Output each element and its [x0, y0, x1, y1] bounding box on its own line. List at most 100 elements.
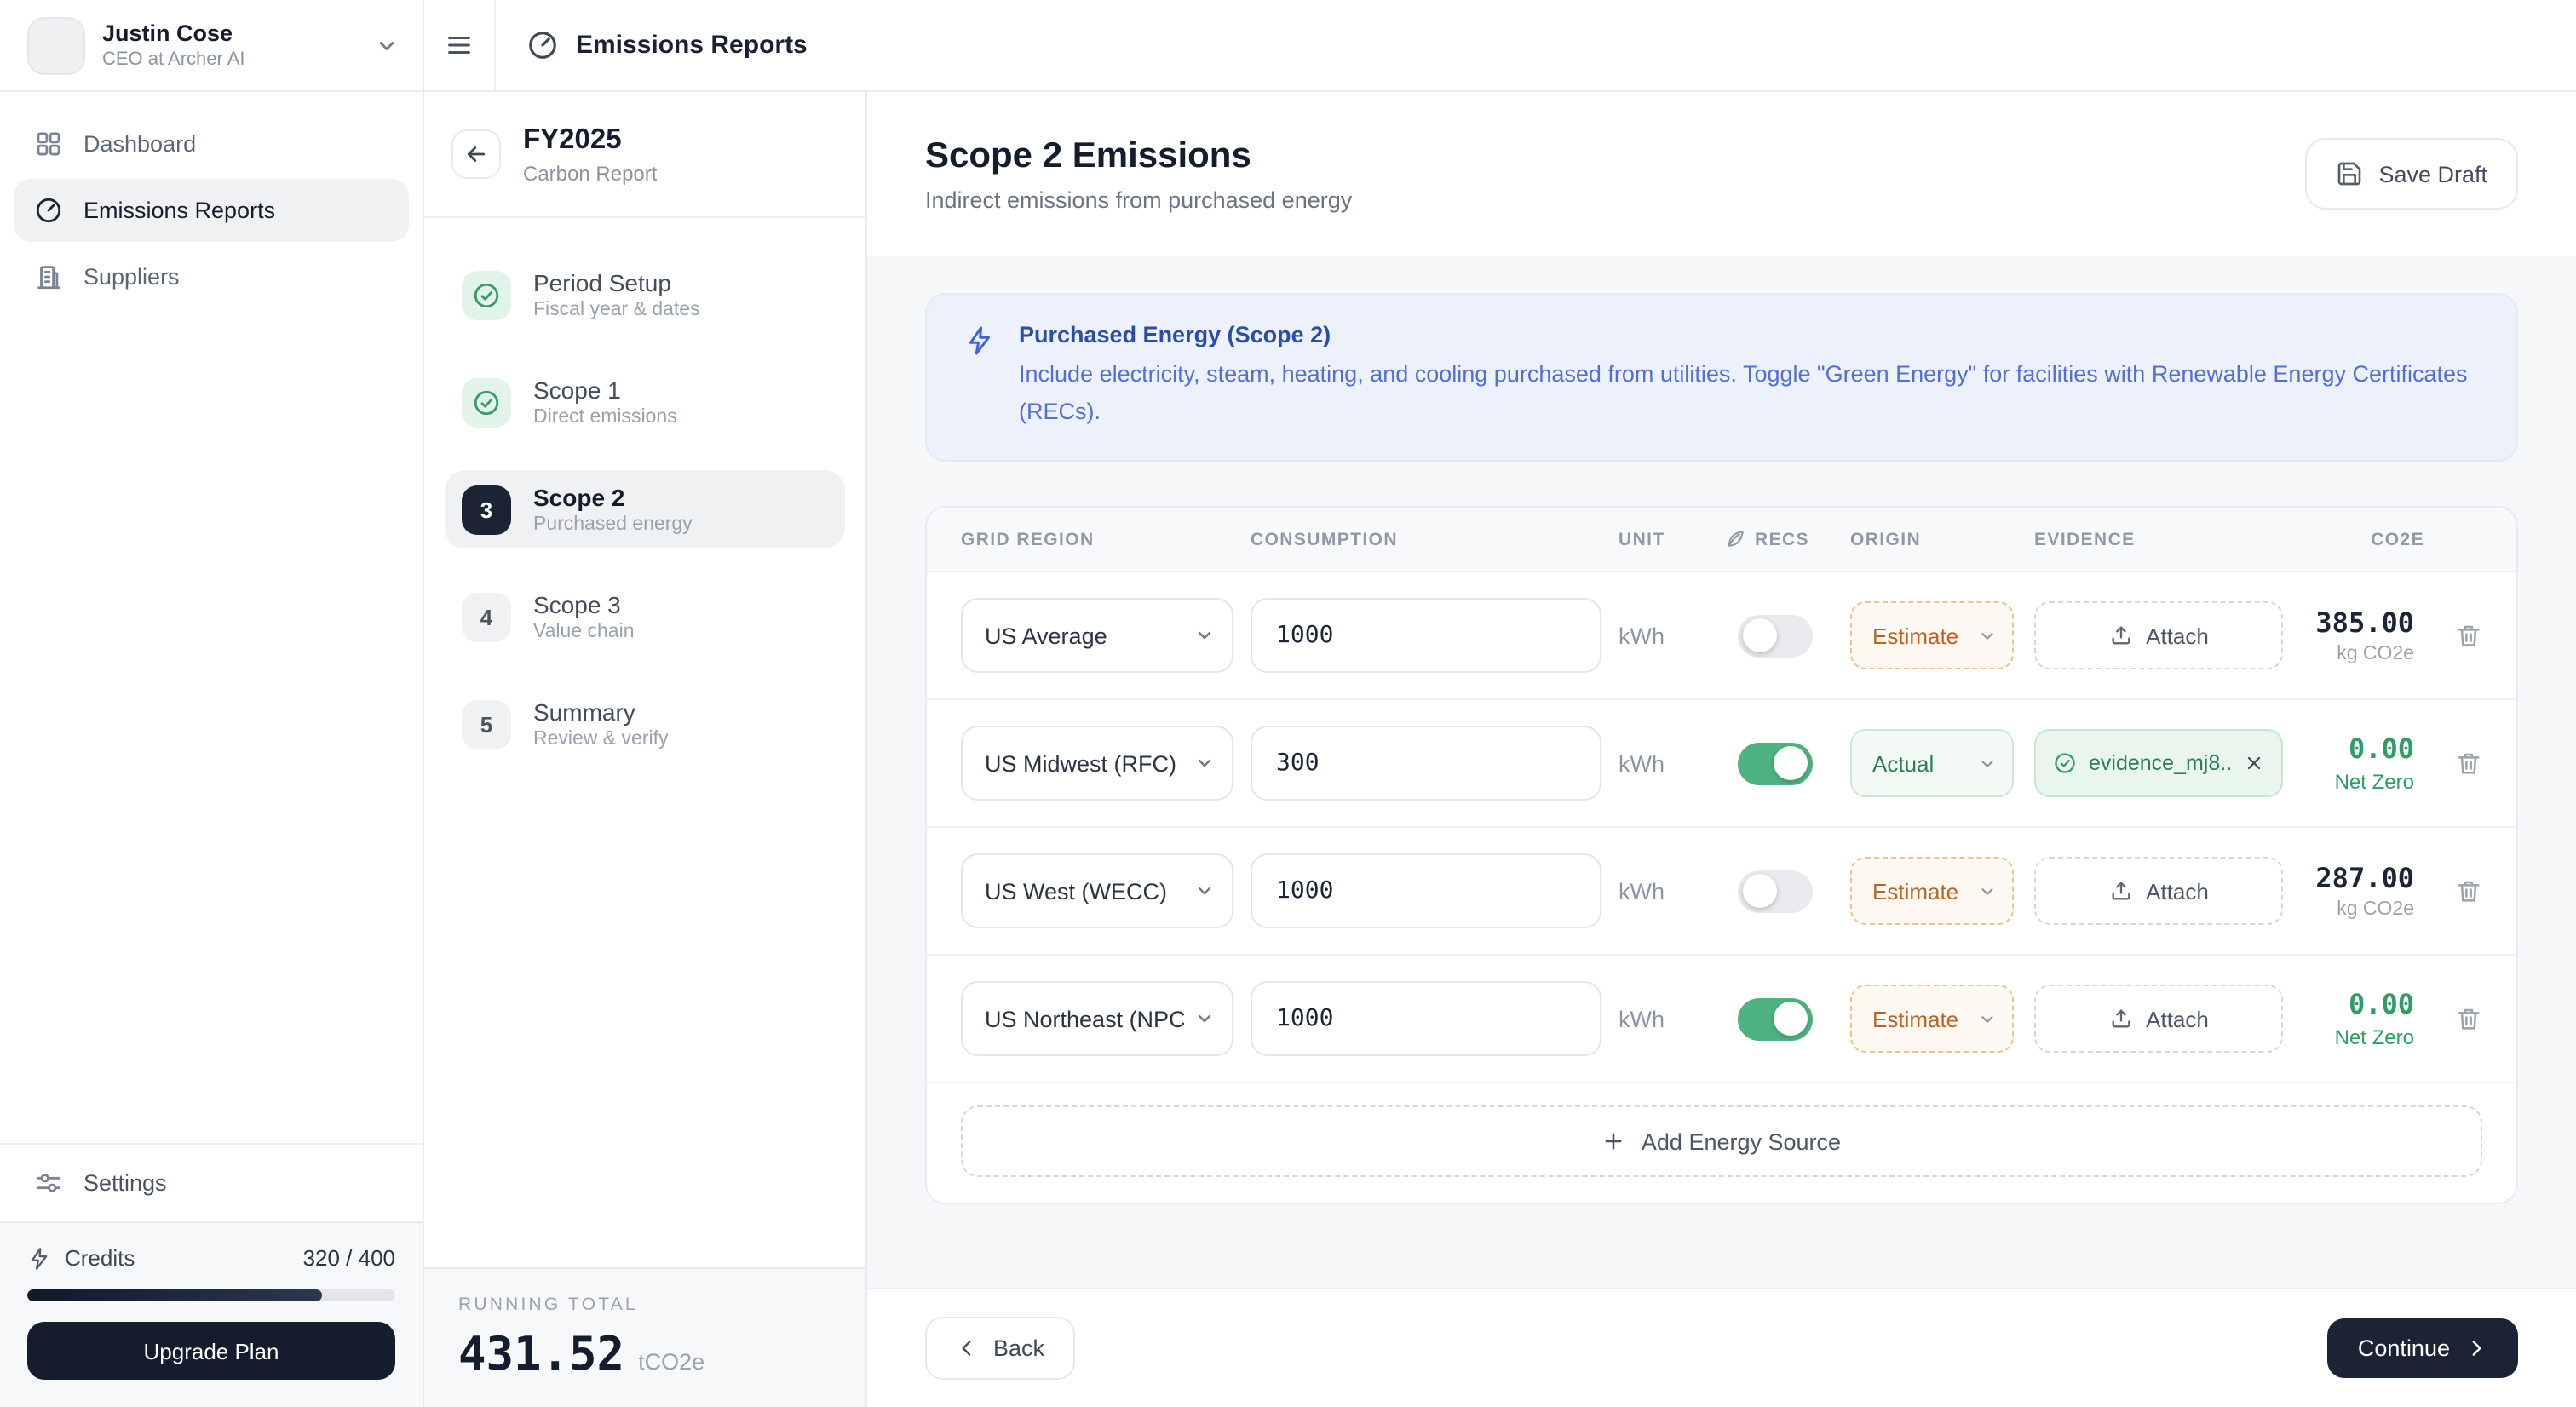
check-circle-icon — [2053, 751, 2077, 775]
delete-row-button[interactable] — [2455, 877, 2482, 904]
grid-region-select[interactable]: US Average — [961, 598, 1233, 674]
step-period-setup[interactable]: Period Setup Fiscal year & dates — [445, 256, 845, 334]
credits-label: Credits — [65, 1245, 135, 1271]
step-scope-3[interactable]: 4 Scope 3 Value chain — [445, 577, 845, 656]
step-scope-1[interactable]: Scope 1 Direct emissions — [445, 363, 845, 441]
settings-label: Settings — [83, 1170, 167, 1196]
info-banner: Purchased Energy (Scope 2) Include elect… — [925, 293, 2518, 462]
grid-region-select[interactable]: US Midwest (RFC) — [961, 726, 1233, 801]
upgrade-plan-button[interactable]: Upgrade Plan — [27, 1322, 395, 1380]
arrow-left-icon — [467, 146, 486, 162]
chevron-down-icon — [1194, 881, 1215, 901]
delete-row-button[interactable] — [2455, 622, 2482, 649]
co2e-value: 0.00 — [2348, 988, 2414, 1021]
step-subtitle: Purchased energy — [533, 514, 693, 535]
table-header-row: GRID REGION CONSUMPTION UNIT RECS ORIGIN… — [927, 508, 2516, 573]
origin-select[interactable]: Actual — [1850, 729, 2014, 798]
co2e-value: 0.00 — [2348, 732, 2414, 766]
col-unit: UNIT — [1619, 529, 1665, 550]
step-title: Scope 1 — [533, 376, 621, 404]
consumption-input[interactable] — [1251, 598, 1601, 674]
co2e-cell: 385.00 kg CO2e — [2300, 606, 2424, 664]
trash-icon — [2458, 754, 2480, 774]
step-scope-2[interactable]: 3 Scope 2 Purchased energy — [445, 470, 845, 548]
origin-select[interactable]: Estimate — [1850, 985, 2014, 1054]
running-total-unit: tCO2e — [638, 1349, 705, 1375]
back-button[interactable]: Back — [925, 1317, 1076, 1380]
consumption-input[interactable] — [1251, 981, 1601, 1057]
grid-region-select[interactable]: US Northeast (NPCC) — [961, 981, 1233, 1057]
building-icon — [34, 262, 63, 291]
co2e-cell: 0.00 Net Zero — [2300, 732, 2424, 794]
step-subtitle: Fiscal year & dates — [533, 300, 700, 320]
grid-region-select[interactable]: US West (WECC) — [961, 853, 1233, 929]
sidebar-item-label: Suppliers — [83, 264, 180, 290]
co2e-net-zero: Net Zero — [2334, 1025, 2414, 1050]
wizard-title-block: FY2025 Carbon Report — [523, 123, 657, 185]
chevron-left-icon — [962, 1341, 971, 1356]
table-row: US Midwest (RFC) kWh Actual evidence_mj8… — [927, 700, 2516, 829]
energy-sources-table: GRID REGION CONSUMPTION UNIT RECS ORIGIN… — [925, 506, 2518, 1205]
report-wizard-panel: FY2025 Carbon Report Period Setup Fiscal… — [424, 92, 867, 1407]
attach-evidence-button[interactable]: Attach — [2034, 985, 2283, 1054]
consumption-input[interactable] — [1251, 853, 1601, 929]
co2e-net-zero: Net Zero — [2334, 770, 2414, 795]
step-title: Period Setup — [533, 269, 671, 296]
chevron-down-icon — [1978, 754, 1997, 772]
unit-label: kWh — [1619, 1006, 1665, 1032]
running-total-label: RUNNING TOTAL — [458, 1295, 638, 1315]
step-number-badge: 3 — [462, 485, 511, 534]
gauge-icon — [34, 196, 63, 225]
check-circle-icon — [462, 270, 511, 319]
gauge-icon — [526, 29, 559, 61]
sidebar-item-label: Dashboard — [83, 131, 197, 157]
sidebar-item-emissions-reports[interactable]: Emissions Reports — [14, 179, 409, 242]
report-subtitle: Carbon Report — [523, 161, 658, 185]
sidebar-nav: Dashboard Emissions Reports Suppliers — [0, 92, 423, 312]
chevron-down-icon — [1978, 626, 1997, 645]
running-total-panel: RUNNING TOTAL 431.52 tCO2e — [424, 1267, 865, 1407]
consumption-input[interactable] — [1251, 726, 1601, 801]
sidebar-item-dashboard[interactable]: Dashboard — [14, 112, 409, 175]
wizard-steps: Period Setup Fiscal year & dates Scope 1… — [424, 218, 865, 1267]
report-title: FY2025 — [523, 123, 622, 154]
co2e-unit: kg CO2e — [2337, 899, 2414, 921]
attach-evidence-button[interactable]: Attach — [2034, 857, 2283, 926]
step-title: Scope 2 — [533, 484, 625, 511]
chevron-down-icon — [1194, 625, 1215, 646]
save-draft-button[interactable]: Save Draft — [2305, 138, 2518, 210]
wizard-back-button[interactable] — [451, 129, 501, 179]
origin-select[interactable]: Estimate — [1850, 857, 2014, 926]
continue-button[interactable]: Continue — [2326, 1318, 2518, 1378]
delete-row-button[interactable] — [2455, 1005, 2482, 1032]
sidebar-item-suppliers[interactable]: Suppliers — [14, 245, 409, 308]
banner-title: Purchased Energy (Scope 2) — [1019, 322, 1331, 347]
hamburger-menu-button[interactable] — [424, 0, 496, 90]
floppy-disk-icon — [2336, 160, 2363, 187]
sidebar-item-settings[interactable]: Settings — [0, 1143, 423, 1221]
user-role: CEO at Archer AI — [102, 49, 245, 70]
running-total-value: 431.52 — [458, 1329, 625, 1381]
table-row: US Northeast (NPCC) kWh Estimate Attach — [927, 956, 2516, 1084]
co2e-value: 385.00 — [2315, 606, 2414, 640]
recs-toggle[interactable] — [1738, 742, 1813, 785]
sidebar: Dashboard Emissions Reports Suppliers Se… — [0, 92, 424, 1407]
close-icon[interactable] — [2244, 753, 2264, 773]
lightning-bolt-icon — [964, 325, 995, 429]
user-menu[interactable]: Justin Cose CEO at Archer AI — [0, 0, 424, 92]
delete-row-button[interactable] — [2455, 749, 2482, 777]
credits-progress-fill — [27, 1289, 322, 1301]
recs-toggle[interactable] — [1738, 997, 1813, 1041]
credits-panel: Credits 320 / 400 Upgrade Plan — [0, 1221, 423, 1407]
recs-toggle[interactable] — [1738, 614, 1813, 658]
origin-select[interactable]: Estimate — [1850, 601, 2014, 670]
recs-toggle[interactable] — [1738, 870, 1813, 913]
evidence-chip[interactable]: evidence_mj8... — [2034, 729, 2283, 798]
add-energy-source-button[interactable]: Add Energy Source — [961, 1106, 2482, 1178]
step-summary[interactable]: 5 Summary Review & verify — [445, 685, 845, 763]
hamburger-icon — [448, 36, 470, 55]
attach-evidence-button[interactable]: Attach — [2034, 601, 2283, 670]
step-subtitle: Value chain — [533, 622, 635, 642]
wizard-header: FY2025 Carbon Report — [424, 92, 865, 218]
